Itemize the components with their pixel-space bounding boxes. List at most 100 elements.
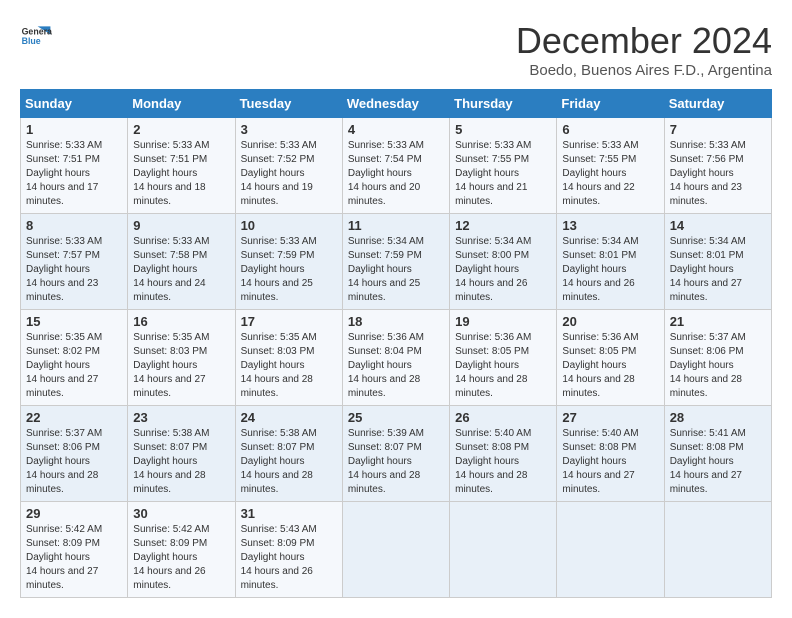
day-info: Sunrise: 5:36 AM Sunset: 8:05 PM Dayligh…: [455, 331, 551, 401]
day-number: 20: [562, 314, 658, 329]
day-info: Sunrise: 5:33 AM Sunset: 7:54 PM Dayligh…: [348, 139, 444, 209]
calendar-cell: 29 Sunrise: 5:42 AM Sunset: 8:09 PM Dayl…: [21, 502, 128, 598]
calendar-cell: 14 Sunrise: 5:34 AM Sunset: 8:01 PM Dayl…: [664, 214, 771, 310]
day-number: 17: [241, 314, 337, 329]
col-wednesday: Wednesday: [342, 90, 449, 118]
day-info: Sunrise: 5:39 AM Sunset: 8:07 PM Dayligh…: [348, 427, 444, 497]
day-info: Sunrise: 5:35 AM Sunset: 8:03 PM Dayligh…: [133, 331, 229, 401]
calendar-cell: 24 Sunrise: 5:38 AM Sunset: 8:07 PM Dayl…: [235, 406, 342, 502]
day-number: 13: [562, 218, 658, 233]
day-info: Sunrise: 5:35 AM Sunset: 8:02 PM Dayligh…: [26, 331, 122, 401]
day-number: 3: [241, 122, 337, 137]
calendar-cell: 26 Sunrise: 5:40 AM Sunset: 8:08 PM Dayl…: [450, 406, 557, 502]
table-row: 8 Sunrise: 5:33 AM Sunset: 7:57 PM Dayli…: [21, 214, 772, 310]
day-number: 29: [26, 506, 122, 521]
col-saturday: Saturday: [664, 90, 771, 118]
day-info: Sunrise: 5:37 AM Sunset: 8:06 PM Dayligh…: [26, 427, 122, 497]
location-subtitle: Boedo, Buenos Aires F.D., Argentina: [516, 62, 772, 79]
day-number: 23: [133, 410, 229, 425]
day-info: Sunrise: 5:42 AM Sunset: 8:09 PM Dayligh…: [26, 523, 122, 593]
calendar-cell: 9 Sunrise: 5:33 AM Sunset: 7:58 PM Dayli…: [128, 214, 235, 310]
col-sunday: Sunday: [21, 90, 128, 118]
day-info: Sunrise: 5:34 AM Sunset: 7:59 PM Dayligh…: [348, 235, 444, 305]
col-tuesday: Tuesday: [235, 90, 342, 118]
calendar-cell: 25 Sunrise: 5:39 AM Sunset: 8:07 PM Dayl…: [342, 406, 449, 502]
day-number: 27: [562, 410, 658, 425]
title-block: December 2024 Boedo, Buenos Aires F.D., …: [516, 20, 772, 79]
table-row: 22 Sunrise: 5:37 AM Sunset: 8:06 PM Dayl…: [21, 406, 772, 502]
day-info: Sunrise: 5:37 AM Sunset: 8:06 PM Dayligh…: [670, 331, 766, 401]
calendar-cell: 6 Sunrise: 5:33 AM Sunset: 7:55 PM Dayli…: [557, 118, 664, 214]
day-info: Sunrise: 5:33 AM Sunset: 7:57 PM Dayligh…: [26, 235, 122, 305]
day-number: 24: [241, 410, 337, 425]
calendar-cell: 28 Sunrise: 5:41 AM Sunset: 8:08 PM Dayl…: [664, 406, 771, 502]
day-info: Sunrise: 5:33 AM Sunset: 7:55 PM Dayligh…: [562, 139, 658, 209]
day-info: Sunrise: 5:35 AM Sunset: 8:03 PM Dayligh…: [241, 331, 337, 401]
day-info: Sunrise: 5:33 AM Sunset: 7:55 PM Dayligh…: [455, 139, 551, 209]
day-number: 7: [670, 122, 766, 137]
day-info: Sunrise: 5:36 AM Sunset: 8:05 PM Dayligh…: [562, 331, 658, 401]
calendar-cell: 5 Sunrise: 5:33 AM Sunset: 7:55 PM Dayli…: [450, 118, 557, 214]
calendar-cell: 12 Sunrise: 5:34 AM Sunset: 8:00 PM Dayl…: [450, 214, 557, 310]
day-number: 18: [348, 314, 444, 329]
logo-icon: General Blue: [20, 20, 52, 52]
day-number: 4: [348, 122, 444, 137]
day-number: 9: [133, 218, 229, 233]
calendar-cell: 27 Sunrise: 5:40 AM Sunset: 8:08 PM Dayl…: [557, 406, 664, 502]
calendar-cell: [342, 502, 449, 598]
calendar-cell: 16 Sunrise: 5:35 AM Sunset: 8:03 PM Dayl…: [128, 310, 235, 406]
day-info: Sunrise: 5:33 AM Sunset: 7:58 PM Dayligh…: [133, 235, 229, 305]
day-info: Sunrise: 5:34 AM Sunset: 8:01 PM Dayligh…: [562, 235, 658, 305]
day-info: Sunrise: 5:33 AM Sunset: 7:56 PM Dayligh…: [670, 139, 766, 209]
calendar-cell: 19 Sunrise: 5:36 AM Sunset: 8:05 PM Dayl…: [450, 310, 557, 406]
col-thursday: Thursday: [450, 90, 557, 118]
day-info: Sunrise: 5:33 AM Sunset: 7:59 PM Dayligh…: [241, 235, 337, 305]
day-number: 21: [670, 314, 766, 329]
calendar-cell: 22 Sunrise: 5:37 AM Sunset: 8:06 PM Dayl…: [21, 406, 128, 502]
calendar-cell: 4 Sunrise: 5:33 AM Sunset: 7:54 PM Dayli…: [342, 118, 449, 214]
day-info: Sunrise: 5:40 AM Sunset: 8:08 PM Dayligh…: [455, 427, 551, 497]
calendar-cell: [664, 502, 771, 598]
table-row: 29 Sunrise: 5:42 AM Sunset: 8:09 PM Dayl…: [21, 502, 772, 598]
calendar-cell: [557, 502, 664, 598]
calendar-cell: 20 Sunrise: 5:36 AM Sunset: 8:05 PM Dayl…: [557, 310, 664, 406]
header-row: Sunday Monday Tuesday Wednesday Thursday…: [21, 90, 772, 118]
calendar-cell: 23 Sunrise: 5:38 AM Sunset: 8:07 PM Dayl…: [128, 406, 235, 502]
day-number: 15: [26, 314, 122, 329]
col-friday: Friday: [557, 90, 664, 118]
day-number: 11: [348, 218, 444, 233]
day-info: Sunrise: 5:36 AM Sunset: 8:04 PM Dayligh…: [348, 331, 444, 401]
day-number: 6: [562, 122, 658, 137]
day-number: 10: [241, 218, 337, 233]
day-info: Sunrise: 5:41 AM Sunset: 8:08 PM Dayligh…: [670, 427, 766, 497]
day-info: Sunrise: 5:42 AM Sunset: 8:09 PM Dayligh…: [133, 523, 229, 593]
calendar-cell: 30 Sunrise: 5:42 AM Sunset: 8:09 PM Dayl…: [128, 502, 235, 598]
day-number: 8: [26, 218, 122, 233]
day-info: Sunrise: 5:33 AM Sunset: 7:52 PM Dayligh…: [241, 139, 337, 209]
day-number: 1: [26, 122, 122, 137]
calendar-cell: 11 Sunrise: 5:34 AM Sunset: 7:59 PM Dayl…: [342, 214, 449, 310]
calendar-cell: 17 Sunrise: 5:35 AM Sunset: 8:03 PM Dayl…: [235, 310, 342, 406]
calendar-cell: 31 Sunrise: 5:43 AM Sunset: 8:09 PM Dayl…: [235, 502, 342, 598]
calendar-cell: 8 Sunrise: 5:33 AM Sunset: 7:57 PM Dayli…: [21, 214, 128, 310]
day-number: 30: [133, 506, 229, 521]
day-info: Sunrise: 5:33 AM Sunset: 7:51 PM Dayligh…: [26, 139, 122, 209]
day-number: 5: [455, 122, 551, 137]
logo: General Blue: [20, 20, 52, 52]
day-number: 31: [241, 506, 337, 521]
day-number: 14: [670, 218, 766, 233]
calendar-cell: 18 Sunrise: 5:36 AM Sunset: 8:04 PM Dayl…: [342, 310, 449, 406]
calendar-cell: 10 Sunrise: 5:33 AM Sunset: 7:59 PM Dayl…: [235, 214, 342, 310]
calendar-cell: 3 Sunrise: 5:33 AM Sunset: 7:52 PM Dayli…: [235, 118, 342, 214]
svg-text:General: General: [22, 26, 52, 36]
calendar-cell: 15 Sunrise: 5:35 AM Sunset: 8:02 PM Dayl…: [21, 310, 128, 406]
day-info: Sunrise: 5:33 AM Sunset: 7:51 PM Dayligh…: [133, 139, 229, 209]
day-info: Sunrise: 5:38 AM Sunset: 8:07 PM Dayligh…: [133, 427, 229, 497]
calendar-cell: 13 Sunrise: 5:34 AM Sunset: 8:01 PM Dayl…: [557, 214, 664, 310]
calendar-cell: 2 Sunrise: 5:33 AM Sunset: 7:51 PM Dayli…: [128, 118, 235, 214]
day-number: 25: [348, 410, 444, 425]
day-info: Sunrise: 5:43 AM Sunset: 8:09 PM Dayligh…: [241, 523, 337, 593]
day-number: 16: [133, 314, 229, 329]
day-info: Sunrise: 5:34 AM Sunset: 8:01 PM Dayligh…: [670, 235, 766, 305]
table-row: 15 Sunrise: 5:35 AM Sunset: 8:02 PM Dayl…: [21, 310, 772, 406]
